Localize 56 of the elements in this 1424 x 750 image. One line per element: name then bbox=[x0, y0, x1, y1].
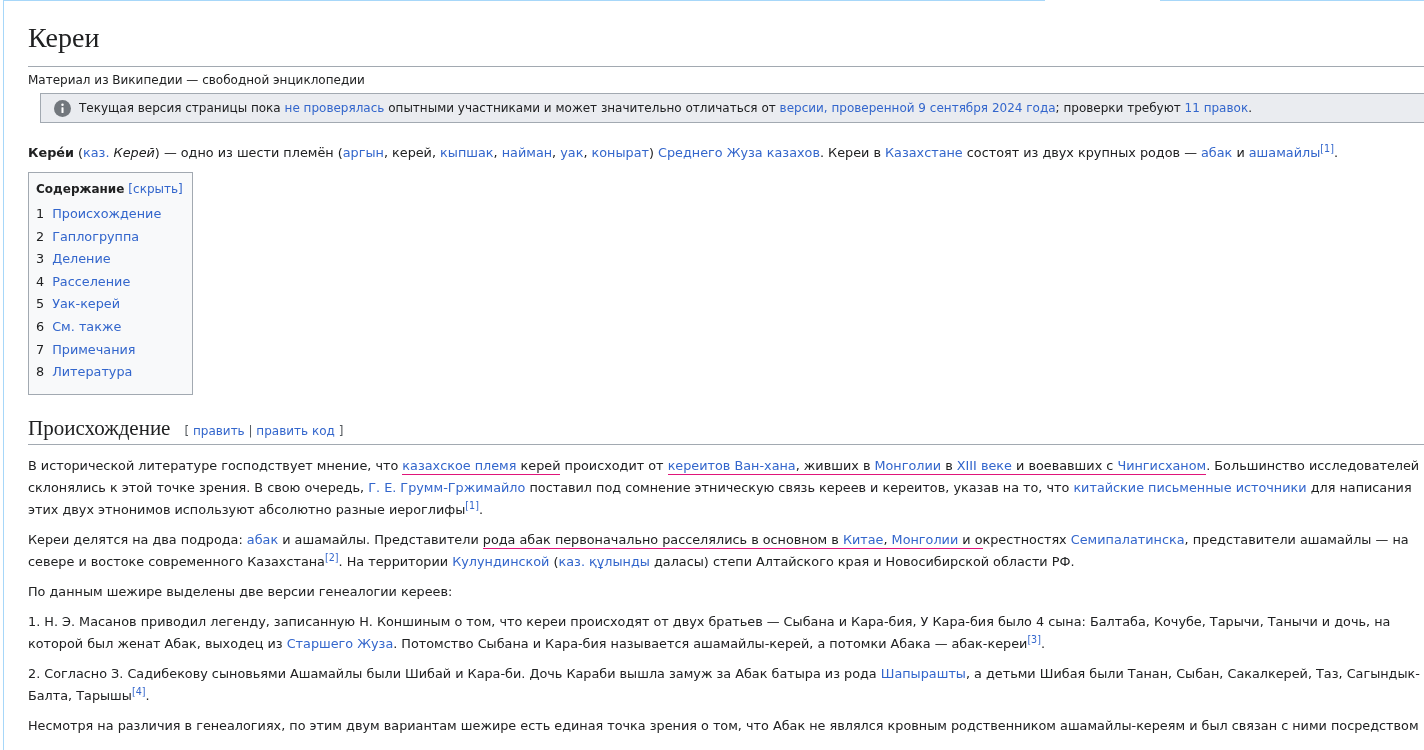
page-title: Кереи bbox=[28, 21, 100, 55]
link[interactable]: Среднего Жуза казахов bbox=[658, 145, 820, 160]
link[interactable]: Монголии bbox=[891, 531, 959, 549]
reference-link[interactable]: [2] bbox=[324, 551, 339, 563]
body-paragraph: 2. Согласно З. Садибекову сыновьями Ашамайлы были Шибай и Кара-би. Дочь Караби вышла замуж за Абак батыра из рода Шапырашты, а детьми Шибая были Танан, Сыбан, Сакалкерей, Таз, Сагындык-Балта, Тарышы$^{[4]}$. bbox=[28, 664, 1421, 705]
toc-item[interactable]: 8 Литература bbox=[36, 361, 133, 384]
link[interactable]: абак bbox=[246, 531, 279, 547]
link[interactable]: казахское племя bbox=[402, 457, 517, 475]
intro-paragraph: Кере́и (каз. Керей) — одно из шести племён (аргын, керей, кыпшак, найман, уак, конырат) Среднего Жуза казахов. Кереи в Казахстане состоят из двух крупных родов — абак и ашамайлы$^{[1]}$. bbox=[28, 142, 1339, 162]
toc-item[interactable]: 2 Гаплогруппа bbox=[36, 225, 140, 249]
toc-item[interactable]: 1 Происхождение bbox=[36, 203, 162, 226]
link[interactable]: кыпшак bbox=[440, 145, 494, 160]
reference-link[interactable]: [3] bbox=[1027, 633, 1041, 645]
link[interactable]: версии, проверенной 9 сентября 2024 года bbox=[779, 101, 1056, 115]
body-paragraph: Кереи делятся на два подрода: абак и ашамайлы. Представители рода абак первоначально расселялись в основном в Китае, Монголии и окрестностях Семипалатинска, представители ашамайлы — на севере и востоке современного Казахстана$^{[2]}$. На территории Кулундинской (каз. құлынды даласы) степи Алтайского края и Новосибирской области РФ. bbox=[28, 530, 1410, 571]
link[interactable]: Кулундинской bbox=[452, 553, 550, 569]
link[interactable]: каз. bbox=[83, 145, 110, 160]
link[interactable]: китайские письменные источники bbox=[1073, 479, 1307, 495]
toc-item[interactable]: 7 Примечания bbox=[36, 338, 136, 362]
toc-item[interactable]: 3 Деление bbox=[36, 248, 111, 271]
link[interactable]: править код bbox=[256, 423, 335, 438]
link[interactable]: ашамайлы bbox=[1248, 145, 1321, 160]
link[interactable]: каз. құлынды bbox=[558, 553, 650, 569]
toc-toggle-link[interactable]: [скрыть] bbox=[128, 179, 183, 199]
body-paragraph: Несмотря на различия в генеалогиях, по этим двум вариантам шежире есть единая точка зрения о том, что Абак не являлся кровным родственником ашамайлы-кереям и был связан с ними посредством bbox=[28, 716, 1420, 735]
link[interactable]: править bbox=[192, 423, 245, 438]
section-heading: Происхождение bbox=[28, 414, 171, 442]
toc-item[interactable]: 5 Уак-керей bbox=[36, 293, 121, 316]
link[interactable]: Чингисханом bbox=[1117, 457, 1207, 475]
link[interactable]: найман bbox=[501, 145, 553, 160]
link[interactable]: не проверялась bbox=[284, 101, 385, 115]
link[interactable]: Китае bbox=[842, 531, 884, 549]
body-paragraph: По данным шежире выделены две версии генеалогии кереев: bbox=[28, 582, 454, 601]
link[interactable]: XIII веке bbox=[956, 457, 1012, 475]
link[interactable]: Г. Е. Грумм-Гржимайло bbox=[368, 479, 526, 495]
body-paragraph: 1. Н. Э. Масанов приводил легенду, записанную Н. Коншиным о том, что кереи происходят от двух братьев — Сыбана и Кара-бия, У Кара-бия было 4 сына: Балтаба, Кочубе, Тарычи, Танычи и дочь, на которой был женат Абак, выходец из Старшего Жуза. Потомство Сыбана и Кара-бия называется ашамайлы-керей, а потомки Абака — абак-кереи$^{[3]}$. bbox=[28, 612, 1392, 653]
link[interactable]: аргын bbox=[342, 145, 384, 160]
link[interactable]: Шапырашты bbox=[880, 665, 966, 681]
link[interactable]: Монголии bbox=[874, 457, 942, 475]
toc-item[interactable]: 4 Расселение bbox=[36, 270, 131, 294]
page-tagline: Материал из Википедии — свободной энциклопедии bbox=[28, 72, 365, 89]
reference-link[interactable]: [4] bbox=[131, 685, 146, 697]
info-icon bbox=[54, 99, 71, 117]
body-paragraph: В исторической литературе господствует мнение, что казахское племя керей происходит от кереитов Ван-хана, живших в Монголии в XIII веке и воевавших с Чингисханом. Большинство исследователей склонялись к этой точке зрения. В свою очередь, Г. Е. Грумм-Гржимайло поставил под сомнение этническую связь кереев и кереитов, указав на то, что китайские письменные источники для написания этих двух этнонимов используют абсолютно разные иероглифы$^{[1]}$. bbox=[28, 456, 1421, 519]
link[interactable]: кереитов Ван-хана bbox=[667, 457, 796, 475]
toc-item[interactable]: 6 См. также bbox=[36, 315, 122, 339]
reference-link[interactable]: [1] bbox=[465, 499, 479, 511]
link[interactable]: конырат bbox=[591, 145, 649, 160]
reference-link[interactable]: [1] bbox=[1320, 143, 1334, 155]
section-edit-links: [ править | править код ] bbox=[184, 422, 344, 440]
toc-title: Содержание bbox=[36, 181, 125, 198]
link[interactable]: Казахстане bbox=[885, 145, 963, 160]
link[interactable]: абак bbox=[1201, 145, 1233, 160]
link[interactable]: Семипалатинска bbox=[1070, 531, 1185, 547]
notice-text: Текущая версия страницы пока не проверялась опытными участниками и может значительно отличаться от версии, проверенной 9 сентября 2024 года; проверки требуют 11 правок. bbox=[79, 100, 1252, 117]
link[interactable]: уак bbox=[560, 145, 584, 160]
